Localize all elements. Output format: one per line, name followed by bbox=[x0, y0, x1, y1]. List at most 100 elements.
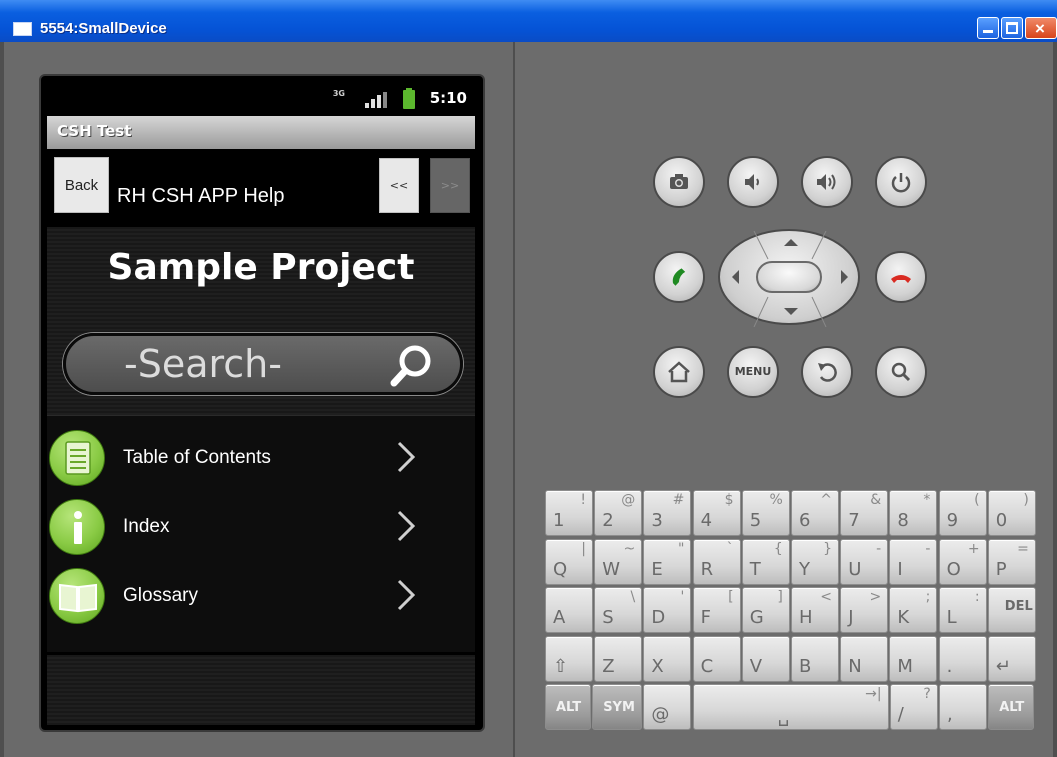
key-4-6[interactable]: ALT bbox=[988, 684, 1035, 730]
key-3-4[interactable]: V bbox=[741, 635, 790, 682]
key-1-4[interactable]: T{ bbox=[741, 538, 790, 585]
key-1-1[interactable]: W ~ bbox=[594, 538, 643, 585]
search-bar bbox=[63, 333, 463, 395]
key-alt-label: " bbox=[677, 540, 685, 557]
next-button[interactable]: >> bbox=[430, 158, 470, 213]
key-1-7[interactable]: I- bbox=[889, 538, 938, 585]
window-title-bar: 5554:SmallDevice × bbox=[0, 0, 1057, 42]
key-0-8[interactable]: 9( bbox=[938, 490, 987, 536]
key-label: 2 bbox=[602, 510, 614, 531]
key-0-3[interactable]: 4 $ bbox=[692, 490, 741, 536]
key-1-0[interactable]: Q | bbox=[545, 538, 593, 585]
search-input[interactable] bbox=[124, 342, 374, 386]
volume-up-button[interactable] bbox=[801, 156, 853, 208]
search-hardware-button[interactable] bbox=[875, 346, 927, 398]
key-2-7[interactable]: K; bbox=[889, 587, 938, 633]
key-label: SYM bbox=[603, 700, 635, 715]
key-label: T bbox=[749, 558, 761, 580]
home-button[interactable] bbox=[653, 346, 705, 398]
back-hardware-button[interactable] bbox=[801, 346, 853, 398]
key-1-6[interactable]: U- bbox=[840, 538, 889, 585]
key-2-1[interactable]: S \ bbox=[594, 587, 643, 633]
key-label: X bbox=[651, 655, 664, 677]
key-2-2[interactable]: D ' bbox=[643, 587, 692, 633]
key-3-2[interactable]: X bbox=[643, 635, 692, 682]
key-alt-label: ? bbox=[923, 686, 931, 702]
key-2-3[interactable]: F[ bbox=[692, 587, 741, 633]
key-label: ↵ bbox=[995, 655, 1011, 677]
key-alt-label: + bbox=[967, 540, 980, 557]
key-label: 1 bbox=[553, 510, 565, 531]
camera-button[interactable] bbox=[653, 156, 705, 208]
key-0-2[interactable]: 3 # bbox=[643, 490, 692, 536]
dpad[interactable] bbox=[718, 229, 860, 327]
key-3-7[interactable]: M bbox=[889, 635, 938, 682]
key-1-9[interactable]: P = bbox=[987, 538, 1036, 585]
key-0-1[interactable]: 2 @ bbox=[594, 490, 643, 536]
key-3-1[interactable]: Z bbox=[594, 635, 643, 682]
key-1-8[interactable]: O + bbox=[938, 538, 987, 585]
key-4-4[interactable]: /? bbox=[889, 684, 938, 730]
power-icon bbox=[891, 173, 911, 193]
key-2-9[interactable]: DEL bbox=[987, 587, 1036, 633]
key-2-5[interactable]: H < bbox=[791, 587, 839, 633]
key-1-2[interactable]: E " bbox=[643, 538, 692, 585]
key-alt-label: % bbox=[769, 492, 783, 508]
key-2-8[interactable]: L: bbox=[938, 587, 987, 633]
key-4-3[interactable]: ␣ →| bbox=[692, 684, 889, 730]
key-label: C bbox=[700, 655, 714, 677]
menu-item-glossary[interactable]: Glossary bbox=[47, 562, 475, 630]
menu-item-table-of-contents[interactable]: Table of Contents bbox=[47, 424, 475, 492]
book-icon bbox=[49, 568, 105, 624]
key-label: L bbox=[946, 607, 957, 628]
key-2-4[interactable]: G] bbox=[741, 587, 790, 633]
key-label: P bbox=[995, 558, 1007, 580]
key-4-5[interactable]: , bbox=[939, 684, 987, 730]
search-icon[interactable] bbox=[388, 342, 436, 390]
key-3-9[interactable]: ↵ bbox=[987, 635, 1036, 682]
key-0-9[interactable]: 0) bbox=[987, 490, 1036, 536]
key-1-3[interactable]: R ` bbox=[692, 538, 741, 585]
close-button[interactable]: × bbox=[1025, 17, 1057, 39]
back-arrow-icon bbox=[818, 363, 837, 382]
menu-button[interactable]: MENU bbox=[727, 346, 779, 398]
key-1-5[interactable]: Y} bbox=[791, 538, 839, 585]
previous-button[interactable]: << bbox=[379, 158, 419, 213]
key-4-1[interactable]: SYM bbox=[592, 684, 643, 730]
key-0-6[interactable]: 7 & bbox=[840, 490, 889, 536]
key-3-6[interactable]: N bbox=[840, 635, 889, 682]
key-0-4[interactable]: 5% bbox=[741, 490, 790, 536]
key-4-2[interactable]: @ bbox=[643, 684, 692, 730]
key-3-3[interactable]: C bbox=[692, 635, 741, 682]
key-alt-label: [ bbox=[728, 589, 734, 605]
menu-item-index[interactable]: Index bbox=[47, 493, 475, 561]
back-button[interactable]: Back bbox=[54, 157, 109, 213]
minimize-button[interactable] bbox=[977, 17, 999, 39]
key-0-5[interactable]: 6 ^ bbox=[791, 490, 839, 536]
key-label: E bbox=[651, 558, 663, 580]
volume-down-button[interactable] bbox=[727, 156, 779, 208]
key-alt-label: ! bbox=[580, 492, 586, 508]
project-title: Sample Project bbox=[107, 247, 415, 288]
chevron-right-icon bbox=[397, 441, 416, 473]
volume-down-icon bbox=[745, 174, 759, 190]
end-call-button[interactable] bbox=[875, 251, 927, 303]
window-icon bbox=[13, 22, 32, 36]
key-3-8[interactable]: . bbox=[938, 635, 987, 682]
dpad-center-button[interactable] bbox=[756, 261, 822, 293]
key-0-0[interactable]: 1! bbox=[545, 490, 593, 536]
key-alt-label: } bbox=[823, 540, 832, 557]
call-button[interactable] bbox=[653, 251, 705, 303]
key-label: I bbox=[897, 558, 903, 580]
key-3-0[interactable]: ⇧ bbox=[545, 635, 593, 682]
key-label: H bbox=[799, 607, 813, 628]
key-2-6[interactable]: J > bbox=[840, 587, 889, 633]
key-label: 3 bbox=[651, 510, 663, 531]
key-0-7[interactable]: 8 * bbox=[889, 490, 938, 536]
key-4-0[interactable]: ALT bbox=[545, 684, 591, 730]
key-2-0[interactable]: A bbox=[545, 587, 593, 633]
key-3-5[interactable]: B bbox=[791, 635, 839, 682]
maximize-button[interactable] bbox=[1001, 17, 1023, 39]
key-alt-label: ] bbox=[777, 589, 783, 605]
power-button[interactable] bbox=[875, 156, 927, 208]
